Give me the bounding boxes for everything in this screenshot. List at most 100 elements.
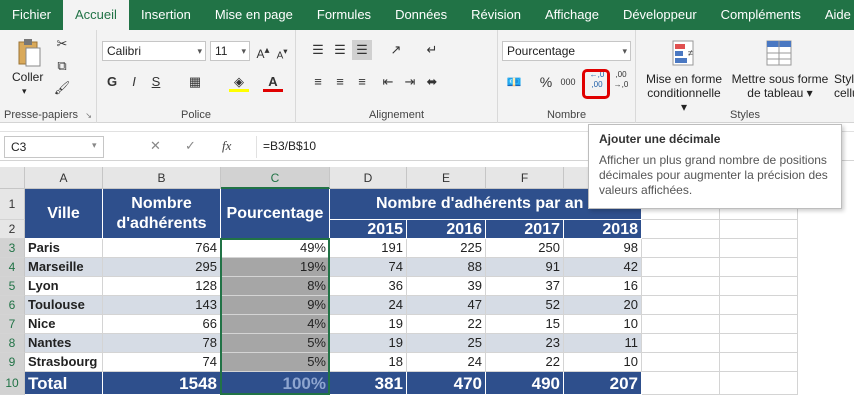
cell-year-value[interactable]: 24 (407, 353, 486, 372)
empty-cell[interactable] (720, 353, 798, 372)
cell-nombre[interactable]: 764 (103, 239, 221, 258)
fill-color-icon[interactable]: ◈ (229, 72, 249, 92)
cell-year-value[interactable]: 24 (330, 296, 407, 315)
tab-fichier[interactable]: Fichier (0, 0, 63, 30)
cell-nombre[interactable]: 143 (103, 296, 221, 315)
underline-icon[interactable]: S (146, 72, 166, 92)
empty-cell[interactable] (720, 296, 798, 315)
insert-function-icon[interactable]: fx (222, 138, 231, 154)
italic-icon[interactable]: I (124, 72, 144, 92)
tab-donnees[interactable]: Données (383, 0, 459, 30)
cell-year-value[interactable]: 10 (564, 353, 642, 372)
merge-center-icon[interactable]: ⬌ (422, 72, 442, 92)
column-header-c[interactable]: C (221, 167, 330, 189)
cell-pourcentage[interactable]: 5% (221, 353, 330, 372)
decrease-indent-icon[interactable]: ⇤ (378, 72, 398, 92)
column-header-a[interactable]: A (25, 167, 103, 189)
cell-city[interactable]: Paris (25, 239, 103, 258)
conditional-format-button[interactable]: Mise en forme conditionnelle ▾ (644, 72, 724, 114)
total-pourcentage[interactable]: 100% (221, 372, 330, 395)
total-year-value[interactable]: 207 (564, 372, 642, 395)
row-header-5[interactable]: 5 (0, 277, 25, 296)
bold-icon[interactable]: G (102, 72, 122, 92)
tab-insertion[interactable]: Insertion (129, 0, 203, 30)
empty-cell[interactable] (642, 296, 720, 315)
cell-nombre[interactable]: 295 (103, 258, 221, 277)
column-header-e[interactable]: E (407, 167, 486, 189)
cell-year-value[interactable]: 39 (407, 277, 486, 296)
align-middle-icon[interactable]: ☰ (330, 40, 350, 60)
cell-pourcentage[interactable]: 9% (221, 296, 330, 315)
cell-year-value[interactable]: 11 (564, 334, 642, 353)
cell-city[interactable]: Strasbourg (25, 353, 103, 372)
chevron-down-icon[interactable]: ▾ (22, 86, 27, 97)
empty-cell[interactable] (720, 239, 798, 258)
cell-year-value[interactable]: 225 (407, 239, 486, 258)
row-header-3[interactable]: 3 (0, 239, 25, 258)
cell-pourcentage[interactable]: 49% (221, 239, 330, 258)
cell-pourcentage[interactable]: 8% (221, 277, 330, 296)
empty-cell[interactable] (642, 258, 720, 277)
increase-indent-icon[interactable]: ⇥ (400, 72, 420, 92)
row-header-2[interactable]: 2 (0, 220, 25, 239)
column-header-f[interactable]: F (486, 167, 564, 189)
row-header-4[interactable]: 4 (0, 258, 25, 277)
cell-city[interactable]: Nice (25, 315, 103, 334)
empty-cell[interactable] (642, 277, 720, 296)
cell-year-value[interactable]: 36 (330, 277, 407, 296)
select-all-corner[interactable] (0, 167, 25, 189)
cell-year-value[interactable]: 16 (564, 277, 642, 296)
row-header-8[interactable]: 8 (0, 334, 25, 353)
cell-year-value[interactable]: 74 (330, 258, 407, 277)
empty-cell[interactable] (720, 315, 798, 334)
accounting-format-icon[interactable]: 💶 (504, 72, 524, 92)
align-center-icon[interactable]: ≡ (330, 72, 350, 92)
number-format-select[interactable]: Pourcentage ▾ (502, 41, 631, 61)
cell-year-value[interactable]: 191 (330, 239, 407, 258)
cell-year-value[interactable]: 22 (407, 315, 486, 334)
paste-icon[interactable] (16, 38, 42, 68)
total-label[interactable]: Total (25, 372, 103, 395)
empty-cell[interactable] (720, 277, 798, 296)
tab-affichage[interactable]: Affichage (533, 0, 611, 30)
cell-nombre[interactable]: 74 (103, 353, 221, 372)
percent-style-icon[interactable]: % (536, 72, 556, 92)
empty-cell[interactable] (642, 372, 720, 395)
tab-developpeur[interactable]: Développeur (611, 0, 709, 30)
name-box[interactable]: C3 (4, 136, 104, 158)
format-painter-icon[interactable]: 🖌 (52, 78, 72, 98)
align-bottom-icon[interactable]: ☰ (352, 40, 372, 60)
wrap-text-icon[interactable]: ↵ (422, 40, 442, 60)
align-top-icon[interactable]: ☰ (308, 40, 328, 60)
cell-pourcentage[interactable]: 19% (221, 258, 330, 277)
cell-city[interactable]: Toulouse (25, 296, 103, 315)
cell-pourcentage[interactable]: 5% (221, 334, 330, 353)
empty-cell[interactable] (642, 220, 720, 239)
row-header-9[interactable]: 9 (0, 353, 25, 372)
total-year-value[interactable]: 490 (486, 372, 564, 395)
row-header-1[interactable]: 1 (0, 189, 25, 220)
empty-cell[interactable] (720, 220, 798, 239)
empty-cell[interactable] (720, 372, 798, 395)
empty-cell[interactable] (720, 334, 798, 353)
cell-year-value[interactable]: 15 (486, 315, 564, 334)
cell-year-value[interactable]: 18 (330, 353, 407, 372)
empty-cell[interactable] (642, 315, 720, 334)
cell-year-value[interactable]: 37 (486, 277, 564, 296)
format-table-icon[interactable] (764, 38, 794, 68)
cancel-icon[interactable]: ✕ (150, 138, 161, 154)
total-year-value[interactable]: 470 (407, 372, 486, 395)
cell-year-value[interactable]: 250 (486, 239, 564, 258)
tab-accueil[interactable]: Accueil (63, 0, 129, 30)
font-name-select[interactable]: Calibri ▾ (102, 41, 206, 61)
cell-city[interactable]: Nantes (25, 334, 103, 353)
cell-city[interactable]: Marseille (25, 258, 103, 277)
orientation-icon[interactable]: ↗ (386, 40, 406, 60)
tab-aide[interactable]: Aide (813, 0, 854, 30)
decrease-decimal-icon[interactable]: ,00 →,0 (610, 70, 632, 90)
cell-city[interactable]: Lyon (25, 277, 103, 296)
cell-year-value[interactable]: 52 (486, 296, 564, 315)
tab-mise-en-page[interactable]: Mise en page (203, 0, 305, 30)
cell-year-value[interactable]: 42 (564, 258, 642, 277)
empty-cell[interactable] (642, 239, 720, 258)
